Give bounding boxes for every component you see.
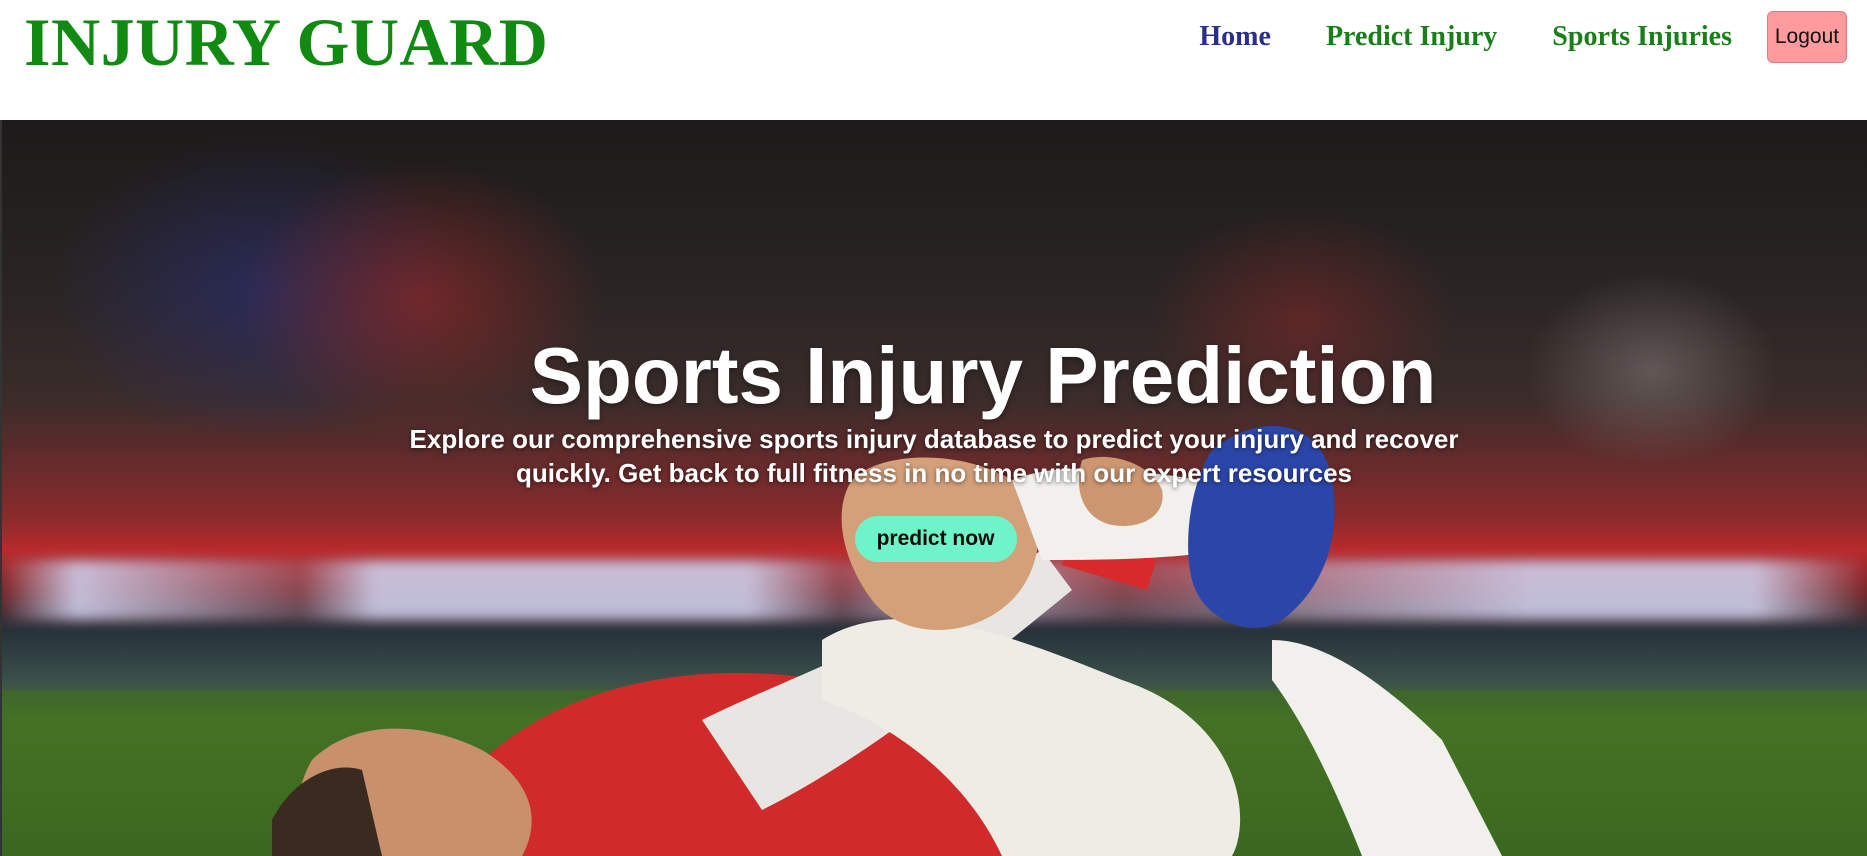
site-header: INJURY GUARD Home Predict Injury Sports … — [0, 0, 1867, 120]
hero-title: Sports Injury Prediction — [529, 331, 1437, 420]
hero-description: Explore our comprehensive sports injury … — [409, 424, 1459, 488]
nav-sports-injuries-link[interactable]: Sports Injuries — [1552, 21, 1732, 53]
nav-home-link[interactable]: Home — [1199, 21, 1271, 53]
main-nav: Home Predict Injury Sports Injuries Logo… — [1199, 10, 1847, 64]
hero-content: Sports Injury Prediction Explore our com… — [2, 330, 1867, 562]
logout-button[interactable]: Logout — [1767, 11, 1847, 63]
hero-section: Sports Injury Prediction Explore our com… — [0, 120, 1867, 856]
predict-now-button[interactable]: predict now — [854, 516, 1017, 562]
nav-predict-injury-link[interactable]: Predict Injury — [1326, 21, 1497, 53]
site-logo[interactable]: INJURY GUARD — [24, 2, 548, 82]
